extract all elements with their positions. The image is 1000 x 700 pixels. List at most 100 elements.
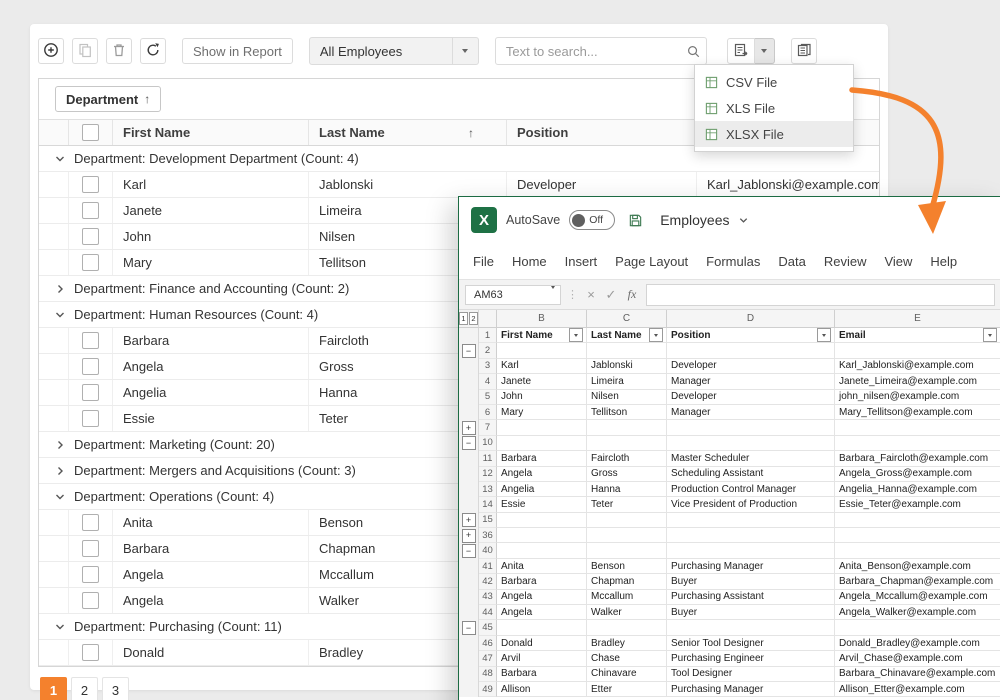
column-header-last-name[interactable]: Last Name ↑ [309, 120, 507, 145]
name-box[interactable]: AM63 [465, 285, 561, 305]
autosave-toggle[interactable]: Off [569, 210, 615, 230]
sheet-cell[interactable]: Purchasing Manager [667, 682, 835, 697]
sheet-cell[interactable] [835, 436, 1000, 451]
ribbon-tab-data[interactable]: Data [769, 254, 814, 269]
sheet-cell[interactable]: Manager [667, 374, 835, 389]
row-number[interactable]: 2 [479, 343, 497, 358]
sheet-cell[interactable]: Angela_Mccallum@example.com [835, 590, 1000, 605]
sheet-cell[interactable]: Buyer [667, 605, 835, 620]
delete-row-button[interactable] [106, 38, 132, 64]
sheet-cell[interactable] [497, 620, 587, 635]
excel-logo-icon[interactable]: X [471, 207, 497, 233]
sheet-cell[interactable]: Scheduling Assistant [667, 467, 835, 482]
row-number[interactable]: 15 [479, 513, 497, 528]
sheet-cell[interactable]: Barbara [497, 451, 587, 466]
sheet-cell[interactable] [667, 528, 835, 543]
outline-level-1-button[interactable]: 1 [459, 312, 468, 325]
row-checkbox[interactable] [82, 332, 99, 349]
ribbon-tab-help[interactable]: Help [921, 254, 966, 269]
sheet-cell[interactable] [587, 420, 667, 435]
sheet-cell[interactable] [497, 543, 587, 558]
outline-collapse-button[interactable]: − [462, 344, 476, 358]
sheet-cell[interactable]: Walker [587, 605, 667, 620]
ribbon-tab-insert[interactable]: Insert [556, 254, 607, 269]
sheet-cell[interactable]: Anita_Benson@example.com [835, 559, 1000, 574]
sheet-cell[interactable]: Mary_Tellitson@example.com [835, 405, 1000, 420]
sheet-cell[interactable] [587, 620, 667, 635]
search-icon[interactable] [682, 44, 706, 59]
row-number[interactable]: 3 [479, 359, 497, 374]
row-checkbox[interactable] [82, 540, 99, 557]
group-chip-department[interactable]: Department ↑ [55, 86, 161, 112]
sheet-cell[interactable]: Angela_Gross@example.com [835, 467, 1000, 482]
sheet-cell[interactable]: Arvil_Chase@example.com [835, 651, 1000, 666]
outline-level-2-button[interactable]: 2 [469, 312, 478, 325]
sheet-cell[interactable]: Angela [497, 467, 587, 482]
sheet-cell[interactable]: Barbara_Chapman@example.com [835, 574, 1000, 589]
sheet-cell[interactable]: Email [835, 328, 1000, 343]
sheet-cell[interactable]: Angelia [497, 482, 587, 497]
column-header-b[interactable]: B [497, 310, 587, 328]
sheet-cell[interactable] [497, 528, 587, 543]
sheet-cell[interactable]: Janete [497, 374, 587, 389]
row-number[interactable]: 1 [479, 328, 497, 343]
sheet-cell[interactable]: Donald [497, 636, 587, 651]
column-header-position[interactable]: Position [507, 120, 697, 145]
sheet-cell[interactable] [497, 343, 587, 358]
row-number[interactable]: 11 [479, 451, 497, 466]
refresh-button[interactable] [140, 38, 166, 64]
sheet-cell[interactable]: Teter [587, 497, 667, 512]
chevron-down-icon[interactable] [738, 215, 749, 226]
row-checkbox[interactable] [82, 176, 99, 193]
export-dropdown-arrow[interactable] [755, 38, 775, 64]
formula-input[interactable] [646, 284, 995, 306]
sheet-cell[interactable]: Purchasing Assistant [667, 590, 835, 605]
add-row-button[interactable] [38, 38, 64, 64]
sheet-cell[interactable] [497, 513, 587, 528]
sheet-cell[interactable]: Developer [667, 359, 835, 374]
row-number[interactable]: 43 [479, 590, 497, 605]
sheet-cell[interactable]: Gross [587, 467, 667, 482]
sheet-cell[interactable]: Karl [497, 359, 587, 374]
sheet-cell[interactable]: Hanna [587, 482, 667, 497]
page-button-3[interactable]: 3 [102, 677, 129, 700]
row-number[interactable]: 46 [479, 636, 497, 651]
ribbon-tab-file[interactable]: File [464, 254, 503, 269]
workbook-title[interactable]: Employees [660, 212, 729, 228]
column-header-c[interactable]: C [587, 310, 667, 328]
outline-collapse-button[interactable]: − [462, 544, 476, 558]
row-checkbox[interactable] [82, 592, 99, 609]
sheet-cell[interactable]: Janete_Limeira@example.com [835, 374, 1000, 389]
row-number[interactable]: 12 [479, 467, 497, 482]
sheet-cell[interactable] [587, 343, 667, 358]
sheet-cell[interactable]: Etter [587, 682, 667, 697]
row-checkbox[interactable] [82, 514, 99, 531]
sheet-cell[interactable]: Tool Designer [667, 667, 835, 682]
sheet-cell[interactable]: Bradley [587, 636, 667, 651]
sheet-cell[interactable]: Jablonski [587, 359, 667, 374]
select-all-checkbox[interactable] [82, 124, 99, 141]
export-menu-item-csv-file[interactable]: CSV File [695, 69, 853, 95]
sheet-cell[interactable] [587, 528, 667, 543]
sheet-cell[interactable]: Chapman [587, 574, 667, 589]
row-checkbox[interactable] [82, 566, 99, 583]
row-number[interactable]: 40 [479, 543, 497, 558]
sheet-cell[interactable]: Master Scheduler [667, 451, 835, 466]
row-checkbox[interactable] [82, 644, 99, 661]
sheet-cell[interactable] [667, 543, 835, 558]
sheet-cell[interactable]: Donald_Bradley@example.com [835, 636, 1000, 651]
sheet-cell[interactable]: Allison [497, 682, 587, 697]
sheet-cell[interactable]: Anita [497, 559, 587, 574]
sheet-cell[interactable]: Angela_Walker@example.com [835, 605, 1000, 620]
sheet-cell[interactable]: Barbara [497, 667, 587, 682]
sheet-cell[interactable] [667, 513, 835, 528]
ribbon-tab-view[interactable]: View [875, 254, 921, 269]
sheet-cell[interactable] [667, 436, 835, 451]
sheet-cell[interactable]: Last Name [587, 328, 667, 343]
sheet-cell[interactable] [835, 420, 1000, 435]
sheet-cell[interactable]: Benson [587, 559, 667, 574]
sheet-cell[interactable] [835, 343, 1000, 358]
sheet-cell[interactable]: Developer [667, 390, 835, 405]
row-checkbox[interactable] [82, 202, 99, 219]
filter-dropdown-icon[interactable] [649, 328, 663, 342]
